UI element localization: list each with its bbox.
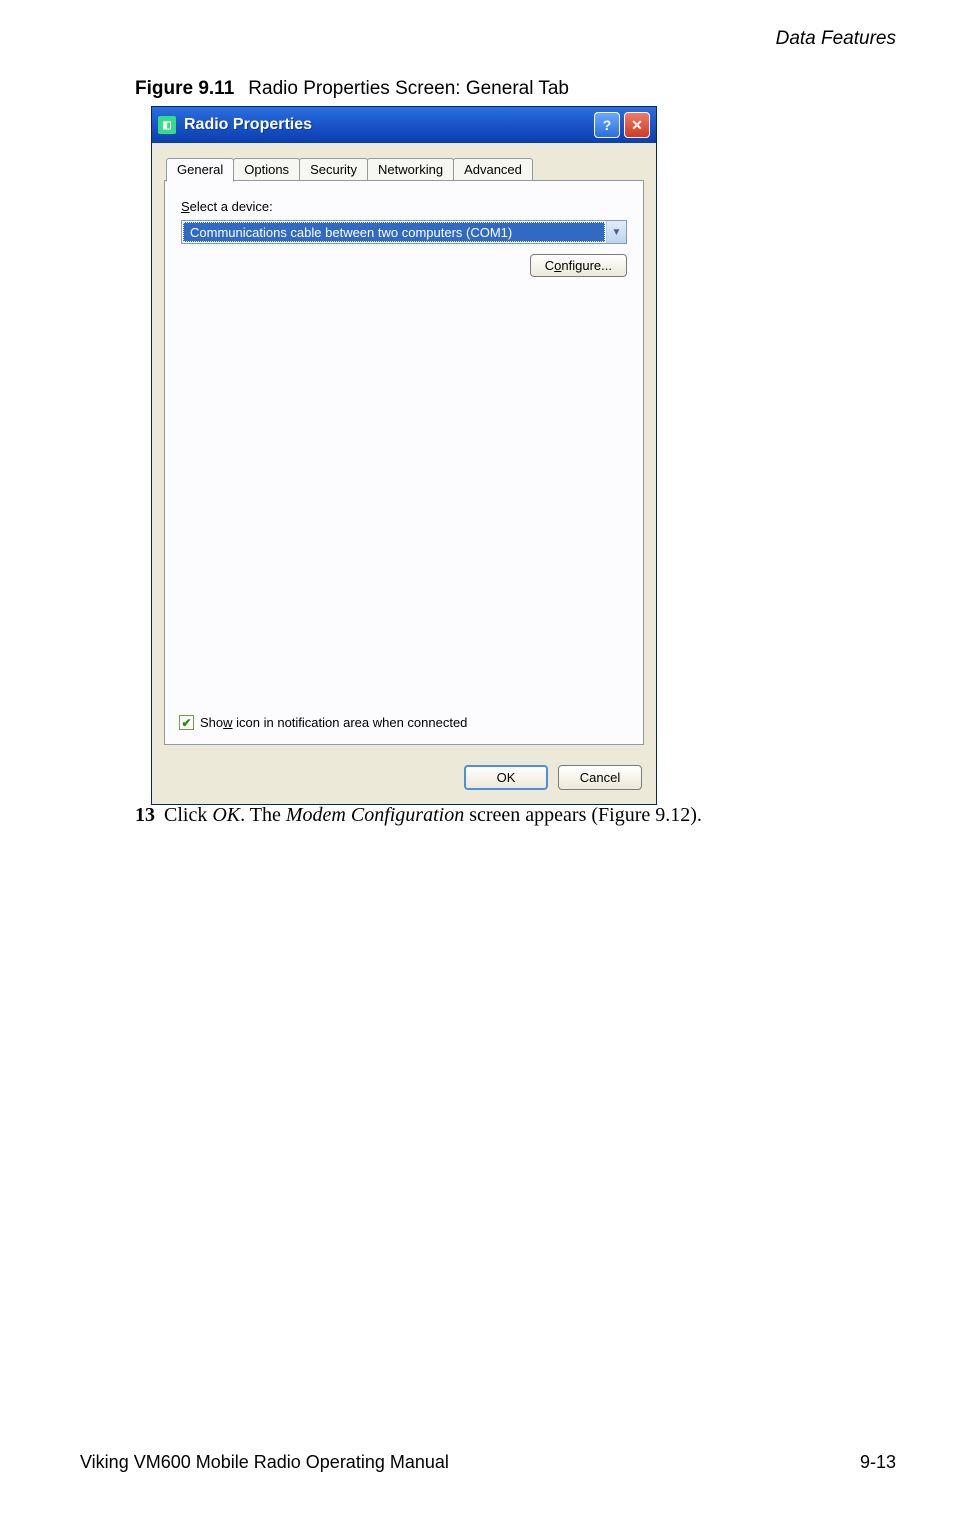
figure-title: Radio Properties Screen: General Tab: [248, 78, 569, 99]
show-icon-label: Show icon in notification area when conn…: [200, 715, 467, 730]
configure-button[interactable]: Configure...: [530, 254, 627, 277]
si-post: icon in notification area when connected: [233, 715, 468, 730]
step-mid: . The: [240, 804, 286, 826]
close-button[interactable]: ✕: [624, 112, 650, 138]
step-post: screen appears (Figure 9.12).: [464, 804, 702, 826]
tab-security[interactable]: Security: [299, 158, 368, 181]
close-icon: ✕: [631, 117, 643, 134]
content-area: General Options Security Networking Adva…: [152, 143, 656, 755]
step-modem: Modem Configuration: [286, 804, 464, 826]
select-device-label: Select a device:: [181, 199, 627, 214]
ok-button[interactable]: OK: [464, 765, 548, 790]
dialog-title: Radio Properties: [184, 116, 590, 134]
device-dropdown[interactable]: Communications cable between two compute…: [181, 220, 627, 244]
dialog-footer: OK Cancel: [152, 755, 656, 804]
mnemonic-w: w: [223, 715, 232, 730]
dialog-radio-properties: ◧ Radio Properties ? ✕ General Options S…: [151, 106, 657, 805]
si-pre: Sho: [200, 715, 223, 730]
show-icon-row: ✔ Show icon in notification area when co…: [179, 715, 467, 730]
figure-caption: Figure 9.11 Radio Properties Screen: Gene…: [135, 78, 835, 100]
select-device-label-text: elect a device:: [190, 199, 273, 214]
tab-networking[interactable]: Networking: [367, 158, 454, 181]
figure-number: Figure 9.11: [135, 78, 234, 99]
configure-row: Configure...: [181, 254, 627, 277]
mnemonic-s: S: [181, 199, 190, 214]
show-icon-checkbox[interactable]: ✔: [179, 715, 194, 730]
tab-general[interactable]: General: [166, 158, 234, 182]
step-number: 13: [135, 804, 155, 826]
device-selected: Communications cable between two compute…: [183, 222, 605, 242]
step-pre: Click: [159, 804, 212, 826]
app-icon: ◧: [158, 116, 176, 134]
footer-page: 9-13: [860, 1452, 896, 1473]
chevron-down-icon[interactable]: ▼: [606, 221, 626, 243]
titlebar[interactable]: ◧ Radio Properties ? ✕: [152, 107, 656, 143]
step-ok: OK: [212, 804, 240, 826]
cfg-pre: C: [545, 258, 554, 273]
figure-wrap: Figure 9.11 Radio Properties Screen: Gene…: [135, 78, 835, 805]
footer-manual: Viking VM600 Mobile Radio Operating Manu…: [80, 1452, 449, 1473]
help-button[interactable]: ?: [594, 112, 620, 138]
section-header: Data Features: [776, 28, 896, 50]
tab-options[interactable]: Options: [233, 158, 300, 181]
step-13: 13 Click OK. The Modem Configuration scr…: [135, 804, 835, 827]
tab-panel-general: Select a device: Communications cable be…: [164, 180, 644, 745]
check-icon: ✔: [181, 716, 191, 730]
cfg-post: nfigure...: [561, 258, 612, 273]
tab-advanced[interactable]: Advanced: [453, 158, 533, 181]
tab-strip: General Options Security Networking Adva…: [166, 158, 644, 181]
cancel-button[interactable]: Cancel: [558, 765, 642, 790]
